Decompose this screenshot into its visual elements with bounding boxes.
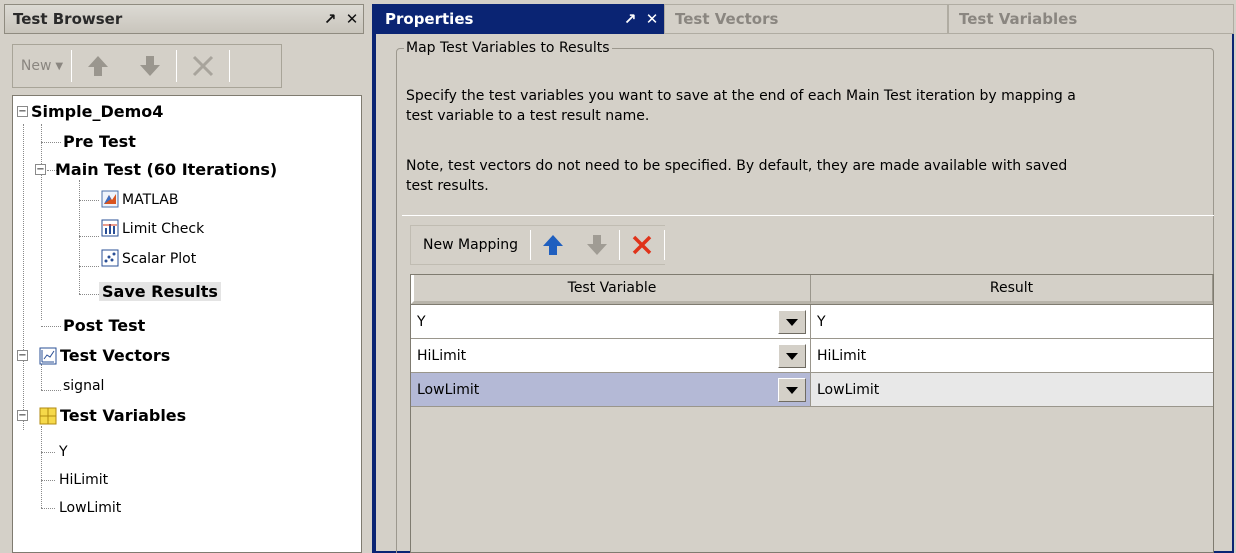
properties-panel: Properties ↗ ✕ Test Vectors Test Variabl… xyxy=(372,4,1236,553)
tree-item-limit-check[interactable]: Limit Check xyxy=(101,217,204,241)
tree-item-signal[interactable]: signal xyxy=(63,374,104,398)
tree-item-scalar-plot[interactable]: Scalar Plot xyxy=(101,247,196,271)
result-cell[interactable]: HiLimit xyxy=(811,339,1213,372)
test-browser-toolbar: New ▼ xyxy=(12,44,282,88)
mapping-move-down-button[interactable] xyxy=(575,226,619,264)
tab-strip: Properties ↗ ✕ Test Vectors Test Variabl… xyxy=(374,4,1236,34)
tree-item-root[interactable]: Simple_Demo4 xyxy=(31,100,163,124)
tree-item-variable-y[interactable]: Y xyxy=(59,440,68,464)
test-browser-panel: Test Browser ↗ ✕ New ▼ − Simple_Demo4 Pr… xyxy=(4,4,364,553)
result-cell[interactable]: Y xyxy=(811,305,1213,338)
result-cell[interactable]: LowLimit xyxy=(811,373,1213,406)
tree-item-test-variables[interactable]: Test Variables xyxy=(39,404,186,428)
undock-icon[interactable]: ↗ xyxy=(319,10,341,28)
test-tree: − Simple_Demo4 Pre Test − Main Test (60 … xyxy=(12,95,362,553)
collapse-root-icon[interactable]: − xyxy=(17,106,28,117)
tree-item-save-results[interactable]: Save Results xyxy=(99,280,221,304)
mapping-table: Test Variable Result Y Y HiLimit HiLimit… xyxy=(410,274,1214,553)
tree-item-variable-hilimit[interactable]: HiLimit xyxy=(59,468,108,492)
divider xyxy=(402,215,1214,216)
tree-item-main-test[interactable]: Main Test (60 Iterations) xyxy=(55,158,277,182)
collapse-main-test-icon[interactable]: − xyxy=(35,164,46,175)
dropdown-button[interactable] xyxy=(778,310,806,334)
test-browser-title: Test Browser xyxy=(13,10,123,28)
tree-item-matlab[interactable]: MATLAB xyxy=(101,188,178,212)
arrow-up-icon xyxy=(88,56,108,76)
tab-test-vectors-label: Test Vectors xyxy=(675,10,779,28)
mapping-move-up-button[interactable] xyxy=(531,226,575,264)
description-text: Specify the test variables you want to s… xyxy=(406,86,1196,126)
column-header-test-variable[interactable]: Test Variable xyxy=(411,275,811,304)
limit-check-icon xyxy=(101,219,119,237)
chevron-down-icon: ▼ xyxy=(55,60,64,72)
tab-test-variables[interactable]: Test Variables xyxy=(948,4,1234,34)
note-line: Note, test vectors do not need to be spe… xyxy=(406,158,1068,174)
table-row[interactable]: HiLimit HiLimit xyxy=(411,339,1213,373)
table-row[interactable]: Y Y xyxy=(411,305,1213,339)
new-mapping-label: New Mapping xyxy=(423,237,519,253)
new-mapping-button[interactable]: New Mapping xyxy=(411,226,530,264)
tab-properties[interactable]: Properties ↗ ✕ xyxy=(374,4,664,34)
group-title: Map Test Variables to Results xyxy=(404,40,612,56)
dropdown-button[interactable] xyxy=(778,344,806,368)
tab-test-vectors[interactable]: Test Vectors xyxy=(664,4,948,34)
move-down-button[interactable] xyxy=(124,45,176,87)
test-variable-cell[interactable]: HiLimit xyxy=(411,339,811,372)
mapping-delete-button[interactable] xyxy=(620,226,664,264)
move-up-button[interactable] xyxy=(72,45,124,87)
toolbar-separator xyxy=(229,50,230,82)
delete-icon xyxy=(632,235,652,255)
close-icon[interactable]: ✕ xyxy=(341,10,363,28)
note-text: Note, test vectors do not need to be spe… xyxy=(406,156,1196,196)
description-line: test variable to a test result name. xyxy=(406,108,650,124)
matlab-icon xyxy=(101,190,119,208)
note-line: test results. xyxy=(406,178,489,194)
new-button[interactable]: New ▼ xyxy=(13,45,71,87)
tree-item-post-test[interactable]: Post Test xyxy=(63,314,145,338)
table-header: Test Variable Result xyxy=(411,275,1213,305)
scalar-plot-icon xyxy=(101,249,119,267)
undock-icon[interactable]: ↗ xyxy=(619,10,641,28)
dropdown-button[interactable] xyxy=(778,378,806,402)
mapping-toolbar: New Mapping xyxy=(410,225,666,265)
delete-button[interactable] xyxy=(177,45,229,87)
arrow-up-icon xyxy=(543,235,564,255)
arrow-down-icon xyxy=(587,235,608,255)
properties-content: Map Test Variables to Results Specify th… xyxy=(374,34,1234,553)
tab-test-variables-label: Test Variables xyxy=(959,10,1078,28)
collapse-test-variables-icon[interactable]: − xyxy=(17,410,28,421)
column-header-result[interactable]: Result xyxy=(811,275,1213,304)
tree-item-pre-test[interactable]: Pre Test xyxy=(63,130,136,154)
toolbar-separator xyxy=(664,230,666,260)
tab-properties-label: Properties xyxy=(385,10,474,28)
test-vectors-icon xyxy=(39,347,57,364)
test-browser-header: Test Browser ↗ ✕ xyxy=(4,4,364,34)
description-line: Specify the test variables you want to s… xyxy=(406,88,1076,104)
test-variable-cell[interactable]: LowLimit xyxy=(411,373,811,406)
table-row-selected[interactable]: LowLimit LowLimit xyxy=(411,373,1213,407)
tree-item-test-vectors[interactable]: Test Vectors xyxy=(39,344,170,368)
collapse-test-vectors-icon[interactable]: − xyxy=(17,350,28,361)
tree-item-variable-lowlimit[interactable]: LowLimit xyxy=(59,496,121,520)
close-icon[interactable]: ✕ xyxy=(641,10,663,28)
test-variables-icon xyxy=(39,407,57,424)
test-variable-cell[interactable]: Y xyxy=(411,305,811,338)
new-button-label: New xyxy=(20,58,52,74)
delete-icon xyxy=(192,55,214,77)
arrow-down-icon xyxy=(140,56,160,76)
